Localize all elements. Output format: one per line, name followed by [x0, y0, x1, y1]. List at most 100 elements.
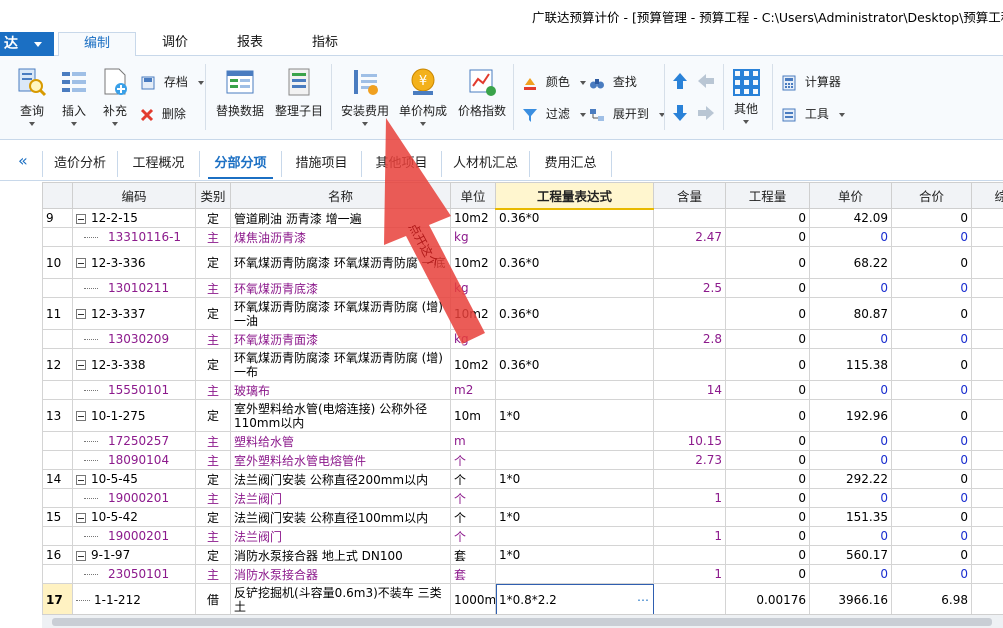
cell-type[interactable]: 定	[195, 545, 231, 565]
cell-code[interactable]: 12-3-336	[72, 246, 196, 279]
cell-code[interactable]: 23050101	[72, 564, 196, 584]
cell-content[interactable]	[653, 297, 726, 330]
col-header-name[interactable]: 名称	[230, 182, 451, 209]
cell-unit[interactable]: 10m2	[450, 297, 496, 330]
cell-unit[interactable]: 个	[450, 488, 496, 508]
cell-unit[interactable]: 10m	[450, 399, 496, 432]
horizontal-scrollbar[interactable]	[42, 614, 1003, 628]
table-row[interactable]: 15550101 主玻璃布 m2 14 0 0 0	[42, 380, 1003, 400]
cell-composite[interactable]	[971, 583, 1003, 614]
cell-composite[interactable]	[971, 399, 1003, 432]
cell-qty[interactable]: 0	[725, 399, 810, 432]
table-row[interactable]: 13030209 主环氧煤沥青面漆 kg 2.8 0 0 0	[42, 329, 1003, 349]
cell-composite[interactable]	[971, 431, 1003, 451]
cell-content[interactable]: 2.5	[653, 278, 726, 298]
cell-total[interactable]: 0	[891, 329, 972, 349]
cell-name[interactable]: 环氧煤沥青防腐漆 环氧煤沥青防腐 (增) 一布	[230, 348, 451, 381]
cell-name[interactable]: 塑料给水管	[230, 431, 451, 451]
cell-composite[interactable]	[971, 545, 1003, 565]
cell-total[interactable]: 0	[891, 564, 972, 584]
cell-total[interactable]: 0	[891, 469, 972, 489]
cell-total[interactable]: 0	[891, 348, 972, 381]
tree-collapse-icon[interactable]	[76, 258, 86, 268]
tab-zhibiao[interactable]: 指标	[295, 32, 355, 57]
app-menu-button[interactable]: 达	[0, 32, 54, 56]
table-row[interactable]: 19000201 主法兰阀门个 1 0 0 0	[42, 526, 1003, 546]
cell-total[interactable]: 0	[891, 431, 972, 451]
cell-name[interactable]: 消防水泵接合器 地上式 DN100	[230, 545, 451, 565]
cell-content[interactable]: 1	[653, 488, 726, 508]
cell-unit[interactable]: kg	[450, 278, 496, 298]
table-row[interactable]: 16 9-1-97 定消防水泵接合器 地上式 DN100 套 1*0 0 560.17 0	[42, 545, 1003, 565]
cell-price[interactable]: 3966.16	[809, 583, 892, 614]
table-row[interactable]: 14 10-5-45 定法兰阀门安装 公称直径200mm以内个 1*0 0 292.22 0	[42, 469, 1003, 489]
delete-button[interactable]: 删除	[140, 104, 186, 124]
cell-unit[interactable]: 10m2	[450, 246, 496, 279]
cell-type[interactable]: 定	[195, 246, 231, 279]
cell-type[interactable]: 主	[195, 564, 231, 584]
cell-name[interactable]: 法兰阀门	[230, 526, 451, 546]
cell-qty[interactable]: 0	[725, 469, 810, 489]
tree-collapse-icon[interactable]	[76, 309, 86, 319]
tab-labor-material-summary[interactable]: 人材机汇总	[442, 151, 530, 177]
cell-name[interactable]: 消防水泵接合器	[230, 564, 451, 584]
find-button[interactable]: 查找	[589, 72, 637, 92]
table-row[interactable]: 18090104 主室外塑料给水管电熔管件个 2.73 0 0 0	[42, 450, 1003, 470]
cell-qty[interactable]: 0	[725, 507, 810, 527]
cell-qty[interactable]: 0	[725, 380, 810, 400]
cell-composite[interactable]	[971, 564, 1003, 584]
cell-name[interactable]: 反铲挖掘机(斗容量0.6m3)不装车 三类土	[230, 583, 451, 614]
cell-composite[interactable]	[971, 208, 1003, 228]
tab-fee-summary[interactable]: 费用汇总	[530, 151, 612, 177]
replace-data-button[interactable]: 替换数据	[213, 66, 267, 119]
cell-type[interactable]: 定	[195, 297, 231, 330]
cell-type[interactable]: 主	[195, 278, 231, 298]
cell-type[interactable]: 定	[195, 469, 231, 489]
tab-project-overview[interactable]: 工程概况	[118, 151, 200, 177]
cell-unit[interactable]: 个	[450, 469, 496, 489]
cell-qty[interactable]: 0	[725, 297, 810, 330]
cell-unit[interactable]: 10m2	[450, 208, 496, 228]
tree-collapse-icon[interactable]	[76, 474, 86, 485]
cell-content[interactable]: 1	[653, 564, 726, 584]
cell-unit[interactable]: 1000m3	[450, 583, 496, 614]
cell-name[interactable]: 法兰阀门	[230, 488, 451, 508]
cell-price[interactable]: 68.22	[809, 246, 892, 279]
col-header-expression[interactable]: 工程量表达式	[495, 182, 654, 210]
cell-expr[interactable]	[495, 329, 654, 349]
cell-unit[interactable]: 套	[450, 545, 496, 565]
tab-measure-items[interactable]: 措施项目	[282, 151, 362, 177]
cell-code[interactable]: 13310116-1	[72, 227, 196, 247]
cell-type[interactable]: 定	[195, 507, 231, 527]
cell-unit[interactable]: m2	[450, 380, 496, 400]
tab-tiaojia[interactable]: 调价	[145, 32, 205, 57]
table-row[interactable]: 9 12-2-15 定管道刷油 沥青漆 增一遍 10m2 0.36*0 0 42.09 0	[42, 208, 1003, 228]
cell-unit[interactable]: kg	[450, 227, 496, 247]
cell-price[interactable]: 42.09	[809, 208, 892, 228]
cell-expr[interactable]	[495, 488, 654, 508]
cell-total[interactable]: 6.98	[891, 583, 972, 614]
cell-composite[interactable]	[971, 488, 1003, 508]
cell-code[interactable]: 12-2-15	[72, 208, 196, 228]
cell-code[interactable]: 19000201	[72, 488, 196, 508]
move-down-icon[interactable]	[672, 104, 688, 122]
table-row[interactable]: 13 10-1-275 定室外塑料给水管(电熔连接) 公称外径 110mm以内 10m…	[42, 399, 1003, 432]
cell-composite[interactable]	[971, 526, 1003, 546]
tab-cost-analysis[interactable]: 造价分析	[42, 151, 118, 177]
calculator-button[interactable]: 计算器	[781, 72, 841, 92]
cell-qty[interactable]: 0	[725, 208, 810, 228]
cell-price[interactable]: 0	[809, 450, 892, 470]
collapse-panel-icon[interactable]: «	[18, 151, 28, 170]
cell-qty[interactable]: 0	[725, 246, 810, 279]
cell-qty[interactable]: 0	[725, 564, 810, 584]
cell-price[interactable]: 0	[809, 431, 892, 451]
cell-qty[interactable]: 0	[725, 450, 810, 470]
cell-composite[interactable]	[971, 469, 1003, 489]
cell-name[interactable]: 法兰阀门安装 公称直径200mm以内	[230, 469, 451, 489]
table-row[interactable]: 15 10-5-42 定法兰阀门安装 公称直径100mm以内个 1*0 0 151.35 0	[42, 507, 1003, 527]
cell-type[interactable]: 主	[195, 329, 231, 349]
tools-button[interactable]: 工具	[781, 104, 845, 124]
cell-type[interactable]: 主	[195, 526, 231, 546]
move-right-icon[interactable]	[697, 105, 715, 121]
expression-edit-button[interactable]: ⋯	[637, 593, 650, 607]
